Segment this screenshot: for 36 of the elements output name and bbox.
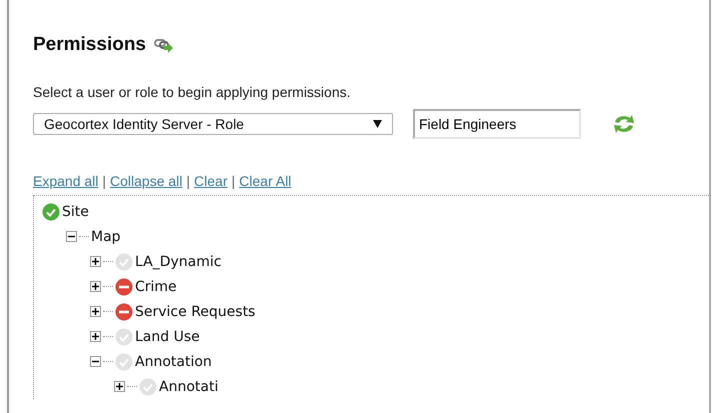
expand-toggle-icon[interactable]: [114, 381, 125, 392]
provider-dropdown[interactable]: Geocortex Identity Server - Role: [33, 113, 393, 135]
tree-node-label[interactable]: Site: [62, 204, 89, 220]
collapse-toggle-icon[interactable]: [90, 356, 101, 367]
check-icon[interactable]: [115, 328, 133, 346]
expand-toggle-icon[interactable]: [90, 306, 101, 317]
check-icon[interactable]: [42, 202, 60, 220]
refresh-icon[interactable]: [611, 113, 637, 135]
tree-node-label[interactable]: Crime: [135, 278, 177, 294]
tree-action-link[interactable]: Clear: [194, 173, 228, 189]
link-arrow-icon: [154, 37, 174, 53]
tree-node-label[interactable]: Map: [91, 228, 121, 244]
denied-minus-icon[interactable]: [115, 278, 133, 296]
page-title: Permissions: [33, 34, 146, 56]
expand-toggle-icon[interactable]: [90, 256, 101, 267]
link-separator: |: [186, 173, 190, 189]
link-separator: |: [102, 173, 106, 189]
expand-toggle-icon[interactable]: [90, 281, 101, 292]
check-icon[interactable]: [139, 378, 157, 396]
tree-node-label[interactable]: Service Requests: [135, 304, 256, 320]
tree-node-label[interactable]: Land Use: [135, 328, 200, 344]
tree-action-link[interactable]: Clear All: [239, 173, 292, 189]
tree-node-label[interactable]: Annotati: [159, 378, 218, 394]
instruction-text: Select a user or role to begin applying permissions.: [33, 84, 352, 100]
tree-node-label[interactable]: LA_Dynamic: [135, 254, 222, 270]
tree-action-link[interactable]: Expand all: [33, 173, 98, 189]
tree-action-link[interactable]: Collapse all: [110, 173, 182, 189]
dropdown-caret-icon: [373, 120, 382, 128]
tree-node-label[interactable]: Annotation: [135, 354, 212, 370]
link-separator: |: [232, 173, 236, 189]
check-icon[interactable]: [115, 252, 133, 270]
collapse-toggle-icon[interactable]: [66, 231, 77, 242]
check-icon[interactable]: [115, 352, 133, 370]
expand-toggle-icon[interactable]: [90, 331, 101, 342]
denied-minus-icon[interactable]: [115, 302, 133, 320]
role-input-field[interactable]: Field Engineers: [413, 109, 581, 139]
